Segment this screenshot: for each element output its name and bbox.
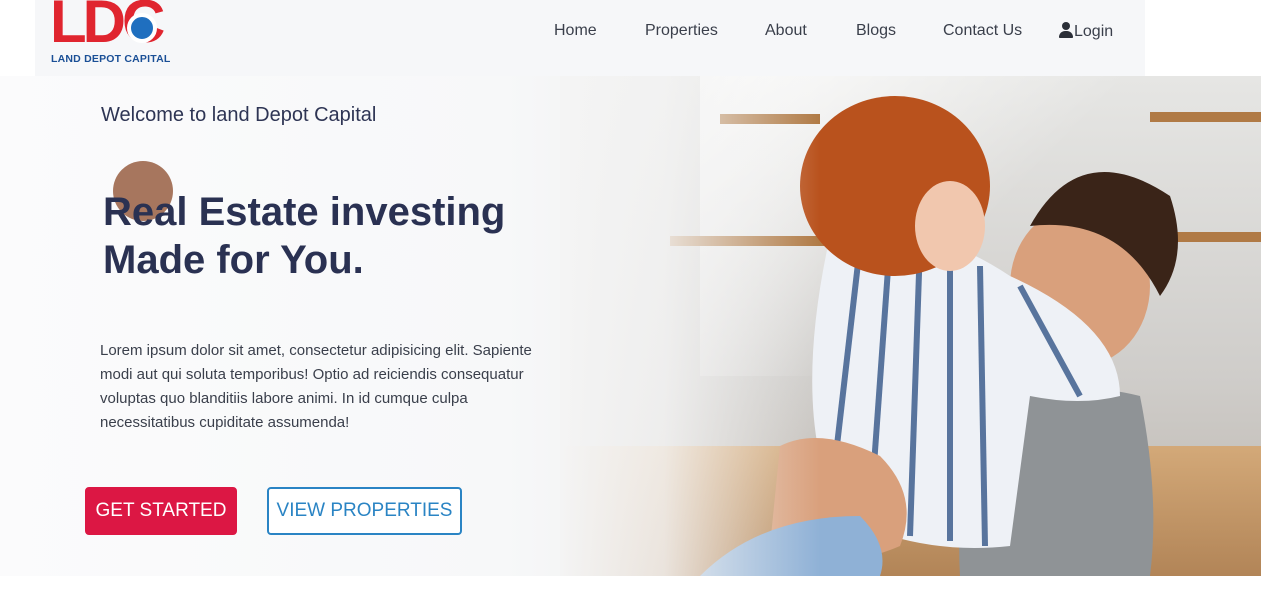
nav-home[interactable]: Home — [554, 22, 597, 40]
view-properties-button[interactable]: VIEW PROPERTIES — [267, 487, 462, 535]
hero-welcome-text: Welcome to land Depot Capital — [101, 104, 377, 126]
logo-subtitle: LAND DEPOT CAPITAL — [51, 53, 171, 65]
nav-blogs[interactable]: Blogs — [856, 22, 896, 40]
nav-properties[interactable]: Properties — [645, 22, 718, 40]
hero-section: Welcome to land Depot Capital Real Estat… — [0, 76, 1261, 576]
main-nav: Home Properties About Blogs Contact Us L… — [35, 22, 1145, 42]
site-header: LDC LAND DEPOT CAPITAL Home Properties A… — [35, 0, 1145, 76]
headline-line-1: Real Estate investing — [103, 190, 506, 234]
nav-login[interactable]: Login — [1059, 22, 1113, 41]
nav-contact-us[interactable]: Contact Us — [943, 22, 1022, 40]
hero-description: Lorem ipsum dolor sit amet, consectetur … — [100, 342, 532, 431]
hero-photo-couple-hugging — [560, 76, 1261, 576]
nav-about[interactable]: About — [765, 22, 807, 40]
get-started-button[interactable]: GET STARTED — [85, 487, 237, 535]
hero-headline: Real Estate investing Made for You. — [103, 188, 505, 284]
login-label: Login — [1074, 23, 1114, 40]
user-icon — [1059, 22, 1073, 38]
headline-line-2: Made for You. — [103, 238, 364, 282]
